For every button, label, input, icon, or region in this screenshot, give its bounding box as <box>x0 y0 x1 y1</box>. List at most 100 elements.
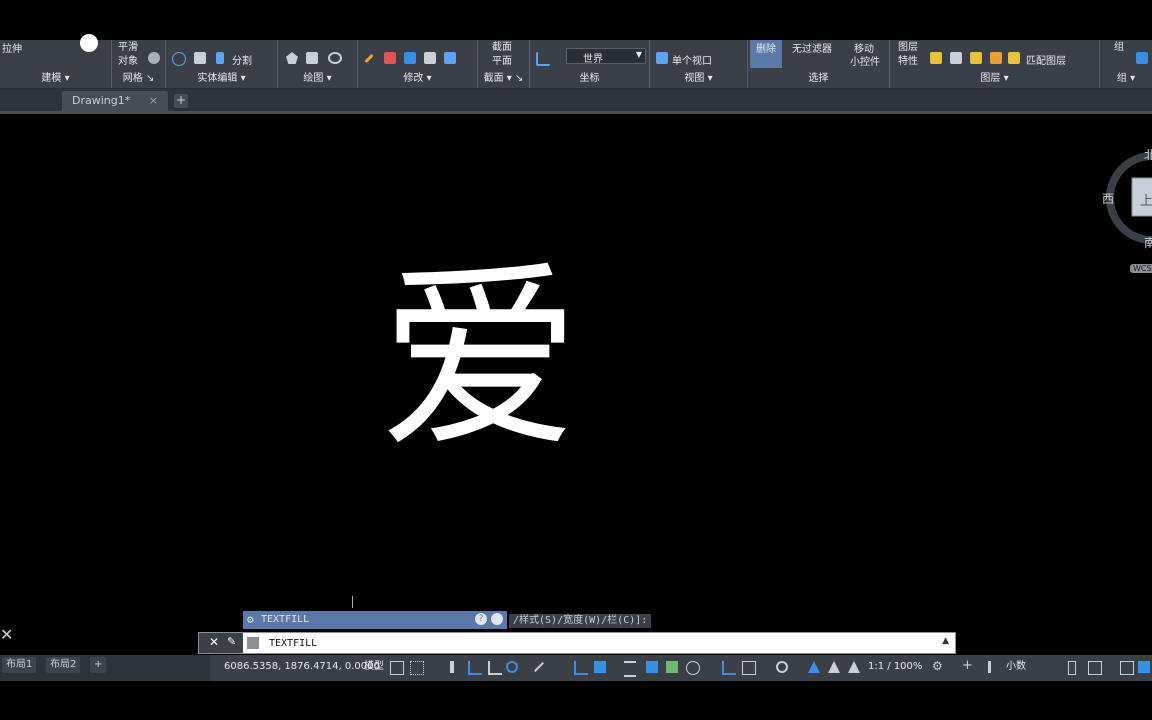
remove-button[interactable]: 删除 <box>750 40 782 68</box>
layer-state-icon[interactable] <box>950 52 962 64</box>
polar-icon[interactable] <box>488 661 502 675</box>
cube-icon[interactable] <box>742 661 756 675</box>
viewcube[interactable]: 北 西 上 南 WCS <box>1100 140 1152 280</box>
line-icon[interactable] <box>364 53 374 64</box>
infer-icon[interactable] <box>450 661 454 673</box>
layer-freeze-icon[interactable] <box>990 52 1002 64</box>
dynamic-ucs-icon[interactable] <box>574 661 588 675</box>
panel-label-coordinates[interactable]: 坐标 <box>530 71 649 87</box>
wrench-icon[interactable]: ✎ <box>227 635 236 648</box>
close-command-icon[interactable]: ✕ <box>209 635 219 649</box>
panel-label-modeling[interactable]: 建模 ▾ <box>0 71 111 87</box>
ucs-icon[interactable] <box>536 52 550 66</box>
quick-properties-icon[interactable] <box>1068 661 1076 675</box>
gear-icon[interactable]: ⚙ <box>247 611 254 629</box>
stretch-icon[interactable] <box>424 52 436 64</box>
group-button[interactable]: 组 <box>1114 38 1124 53</box>
panel-label-view[interactable]: 视图 ▾ <box>650 71 747 87</box>
panel-label-solid-edit[interactable]: 实体编辑 ▾ <box>166 71 277 87</box>
copy-icon[interactable] <box>404 52 416 64</box>
single-viewport-dropdown[interactable]: 单个视口 <box>672 52 712 67</box>
viewcube-north[interactable]: 北 <box>1144 146 1152 163</box>
close-icon[interactable]: × <box>149 91 158 111</box>
panel-label-layers[interactable]: 图层 ▾ <box>890 71 1099 87</box>
viewcube-top-face[interactable]: 上 <box>1140 190 1152 209</box>
annotation-icon[interactable] <box>722 661 736 675</box>
snap-icon[interactable] <box>410 661 424 675</box>
rectangle-icon[interactable] <box>306 52 318 64</box>
new-tab-button[interactable]: + <box>174 94 188 108</box>
dynamic-input-icon[interactable] <box>594 661 606 673</box>
isolate-icon[interactable] <box>988 661 991 673</box>
expand-history-icon[interactable]: ▲ <box>942 636 949 646</box>
transparency-icon[interactable] <box>646 661 658 673</box>
model-space-button[interactable]: 模型 <box>364 655 384 679</box>
selection-cycling-icon[interactable] <box>666 661 678 673</box>
smooth-object-label-2[interactable]: 对象 <box>118 52 138 67</box>
annotation-scale-dropdown[interactable]: 1:1 / 100% <box>868 655 922 679</box>
move-gizmo-label-2[interactable]: 小控件 <box>850 53 880 68</box>
viewcube-west[interactable]: 西 <box>1102 190 1114 207</box>
command-prompt-icon[interactable] <box>247 637 259 649</box>
match-layer-button[interactable]: 匹配图层 <box>1026 52 1066 67</box>
extrude-button[interactable]: 拉伸 <box>2 40 22 55</box>
workspace-icon[interactable] <box>1088 661 1102 675</box>
wcs-menu[interactable]: WCS <box>1130 264 1152 273</box>
sphere-icon[interactable] <box>80 34 98 52</box>
viewport-icon[interactable] <box>656 52 668 64</box>
layer-icon[interactable] <box>930 52 942 64</box>
hardware-accel-icon[interactable] <box>1120 661 1134 675</box>
ellipse-icon[interactable] <box>328 52 342 64</box>
coordinates-readout[interactable]: 6086.5358, 1876.4714, 0.0000 <box>224 655 380 679</box>
panel-label-selection[interactable]: 选择 <box>748 71 889 87</box>
ortho-icon[interactable] <box>468 661 482 675</box>
3d-osnap-icon[interactable] <box>686 661 700 675</box>
filled-text-glyph[interactable]: 爱 <box>370 245 590 475</box>
tab-layout-1[interactable]: 布局1 <box>2 657 37 673</box>
tab-layout-2[interactable]: 布局2 <box>46 657 81 673</box>
plus-icon[interactable]: + <box>962 658 974 673</box>
array-icon[interactable] <box>444 52 456 64</box>
help-icon[interactable]: ? <box>475 613 487 625</box>
command-options[interactable]: /样式(S)/宽度(W)/栏(C)]: <box>509 614 652 628</box>
polygon-icon[interactable] <box>286 52 298 64</box>
panel-label-section[interactable]: 截面 ▾ ↘ <box>478 71 529 87</box>
split-icon[interactable] <box>216 52 224 64</box>
section-plane-label-2[interactable]: 平面 <box>492 52 512 67</box>
solid-union-icon[interactable] <box>172 52 186 66</box>
search-icon[interactable] <box>491 613 503 625</box>
clean-screen-icon[interactable] <box>1138 661 1150 673</box>
otrack-icon[interactable] <box>534 662 544 672</box>
gear-icon[interactable]: ⚙ <box>932 659 944 673</box>
layer-iso-icon[interactable] <box>970 52 982 64</box>
no-filter-button[interactable]: 无过滤器 <box>792 40 832 55</box>
split-button[interactable]: 分割 <box>232 52 252 67</box>
layer-properties-label-2[interactable]: 特性 <box>898 52 918 67</box>
smooth-object-label-1[interactable]: 平滑 <box>118 38 138 53</box>
panel-label-draw[interactable]: 绘图 ▾ <box>278 71 357 87</box>
panel-label-modify[interactable]: 修改 ▾ <box>358 71 477 87</box>
gizmo-icon[interactable] <box>776 661 788 673</box>
match-layer-icon[interactable] <box>1008 52 1020 64</box>
grid-icon[interactable] <box>390 661 404 675</box>
viewcube-south[interactable]: 南 <box>1144 234 1152 251</box>
tab-drawing1[interactable]: Drawing1* × <box>62 91 168 111</box>
mesh-icon[interactable] <box>148 52 160 64</box>
command-input[interactable] <box>269 633 869 653</box>
lineweight-icon[interactable] <box>624 661 636 677</box>
move-icon[interactable] <box>384 52 396 64</box>
annotation-visibility-icon[interactable] <box>808 661 820 673</box>
group-icon[interactable] <box>1136 52 1148 64</box>
osnap-icon[interactable] <box>506 661 518 673</box>
section-plane-label-1[interactable]: 截面 <box>492 38 512 53</box>
panel-label-mesh[interactable]: 网格 ↘ <box>112 71 165 87</box>
annotation-scale-icon[interactable] <box>848 661 860 673</box>
ucs-dropdown[interactable]: 世界 ▼ <box>566 48 646 65</box>
units-dropdown[interactable]: 小数 <box>1006 655 1026 679</box>
layer-properties-label-1[interactable]: 图层 <box>898 38 918 53</box>
auto-scale-icon[interactable] <box>828 661 840 673</box>
close-palette-icon[interactable]: ✕ <box>0 625 13 644</box>
panel-label-group[interactable]: 组 ▾ <box>1100 71 1152 87</box>
add-layout-button[interactable]: + <box>90 657 107 673</box>
eraser-icon[interactable] <box>194 52 206 64</box>
